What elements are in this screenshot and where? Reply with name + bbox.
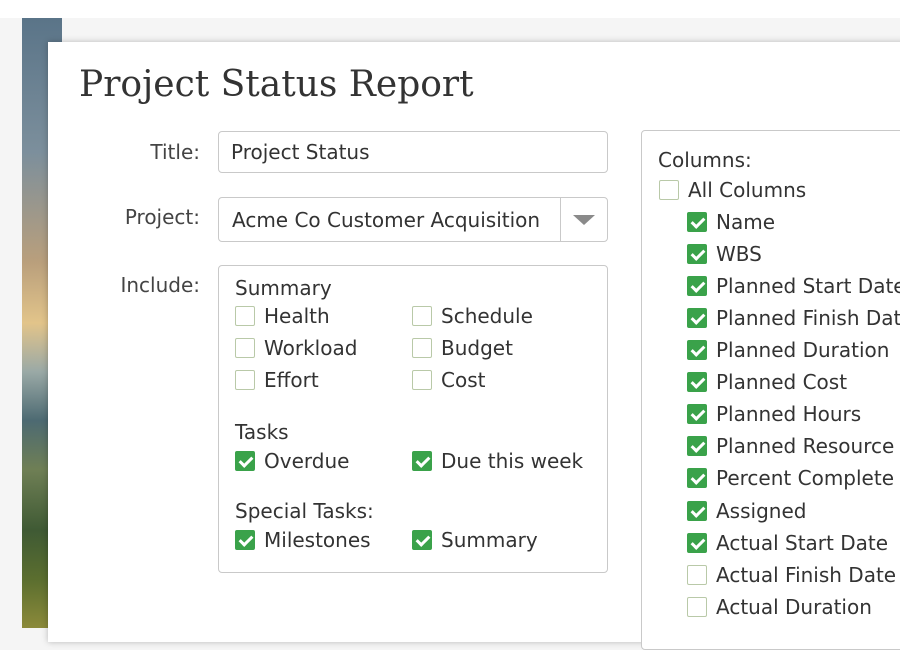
checkbox-label: Planned Cost: [716, 370, 848, 394]
checkbox-label: Actual Start Date: [716, 531, 889, 555]
project-dropdown-button[interactable]: [560, 198, 607, 241]
title-input[interactable]: [218, 131, 608, 173]
checkbox-box[interactable]: [235, 370, 255, 390]
checkbox-label: Assigned: [716, 499, 807, 523]
checkbox-label: Budget: [441, 336, 513, 360]
column-item-wbs[interactable]: WBS: [687, 242, 762, 266]
checkbox-box[interactable]: [235, 338, 255, 358]
checkbox-label: Planned Hours: [716, 402, 862, 426]
checkbox-label: Planned Start Date: [716, 274, 900, 298]
column-item-planned-finish-date[interactable]: Planned Finish Date: [687, 306, 900, 330]
project-select-value: Acme Co Customer Acquisition: [232, 208, 541, 232]
checkbox-box[interactable]: [687, 212, 707, 232]
checkbox-label: Planned Duration: [716, 338, 890, 362]
checkbox-effort[interactable]: Effort: [235, 368, 319, 392]
column-item-actual-finish-date[interactable]: Actual Finish Date: [687, 563, 896, 587]
checkbox-summary-tasks[interactable]: Summary: [412, 528, 538, 552]
checkbox-workload[interactable]: Workload: [235, 336, 357, 360]
checkbox-box[interactable]: [687, 436, 707, 456]
title-label: Title:: [150, 140, 200, 164]
checkbox-label: Due this week: [441, 449, 584, 473]
checkbox-label: Actual Duration: [716, 595, 872, 619]
checkbox-box[interactable]: [412, 451, 432, 471]
page-title: Project Status Report: [79, 64, 474, 105]
checkbox-box[interactable]: [687, 468, 707, 488]
checkbox-milestones[interactable]: Milestones: [235, 528, 371, 552]
checkbox-box[interactable]: [687, 597, 707, 617]
checkbox-box[interactable]: [235, 530, 255, 550]
checkbox-label: Summary: [441, 528, 538, 552]
checkbox-label: Milestones: [264, 528, 371, 552]
checkbox-label: Workload: [264, 336, 358, 360]
backdrop-top: [0, 0, 900, 18]
checkbox-due-this-week[interactable]: Due this week: [412, 449, 583, 473]
checkbox-label: Effort: [264, 368, 319, 392]
project-select[interactable]: Acme Co Customer Acquisition: [218, 197, 608, 242]
checkbox-label: Health: [264, 304, 330, 328]
checkbox-label: Schedule: [441, 304, 533, 328]
checkbox-box[interactable]: [687, 308, 707, 328]
checkbox-box[interactable]: [412, 306, 432, 326]
checkbox-schedule[interactable]: Schedule: [412, 304, 533, 328]
column-item-planned-cost[interactable]: Planned Cost: [687, 370, 847, 394]
checkbox-box[interactable]: [235, 306, 255, 326]
checkbox-health[interactable]: Health: [235, 304, 330, 328]
special-tasks-heading: Special Tasks:: [235, 499, 374, 523]
summary-heading: Summary: [235, 276, 332, 300]
checkbox-cost[interactable]: Cost: [412, 368, 485, 392]
checkbox-box[interactable]: [659, 180, 679, 200]
columns-heading: Columns:: [658, 148, 752, 172]
checkbox-label: WBS: [716, 242, 762, 266]
checkbox-box[interactable]: [687, 404, 707, 424]
columns-panel: Columns: All Columns Name WBS Planned St…: [641, 130, 900, 650]
checkbox-box[interactable]: [687, 372, 707, 392]
checkbox-label: Percent Complete: [716, 466, 894, 490]
checkbox-box[interactable]: [687, 340, 707, 360]
checkbox-label: Name: [716, 210, 776, 234]
tasks-heading: Tasks: [235, 420, 289, 444]
checkbox-box[interactable]: [412, 530, 432, 550]
checkbox-label: All Columns: [688, 178, 807, 202]
column-item-percent-complete[interactable]: Percent Complete: [687, 466, 894, 490]
column-item-planned-hours[interactable]: Planned Hours: [687, 402, 861, 426]
chevron-down-icon: [573, 215, 595, 225]
checkbox-label: Cost: [441, 368, 486, 392]
checkbox-all-columns[interactable]: All Columns: [659, 178, 806, 202]
checkbox-box[interactable]: [687, 244, 707, 264]
checkbox-label: Overdue: [264, 449, 350, 473]
column-item-actual-duration[interactable]: Actual Duration: [687, 595, 872, 619]
checkbox-label: Planned Resource: [716, 434, 895, 458]
checkbox-box[interactable]: [687, 533, 707, 553]
column-item-planned-start-date[interactable]: Planned Start Date: [687, 274, 900, 298]
column-item-planned-resource[interactable]: Planned Resource: [687, 434, 894, 458]
checkbox-box[interactable]: [687, 501, 707, 521]
checkbox-label: Actual Finish Date: [716, 563, 897, 587]
checkbox-box[interactable]: [235, 451, 255, 471]
column-item-actual-start-date[interactable]: Actual Start Date: [687, 531, 888, 555]
checkbox-box[interactable]: [412, 338, 432, 358]
include-panel: Summary Health Schedule Workload Budget …: [218, 265, 608, 573]
checkbox-overdue[interactable]: Overdue: [235, 449, 349, 473]
checkbox-box[interactable]: [687, 276, 707, 296]
column-item-name[interactable]: Name: [687, 210, 775, 234]
column-item-assigned[interactable]: Assigned: [687, 499, 806, 523]
column-item-planned-duration[interactable]: Planned Duration: [687, 338, 889, 362]
project-label: Project:: [124, 205, 200, 229]
checkbox-budget[interactable]: Budget: [412, 336, 513, 360]
checkbox-label: Planned Finish Date: [716, 306, 900, 330]
checkbox-box[interactable]: [687, 565, 707, 585]
checkbox-box[interactable]: [412, 370, 432, 390]
include-label: Include:: [120, 273, 200, 297]
